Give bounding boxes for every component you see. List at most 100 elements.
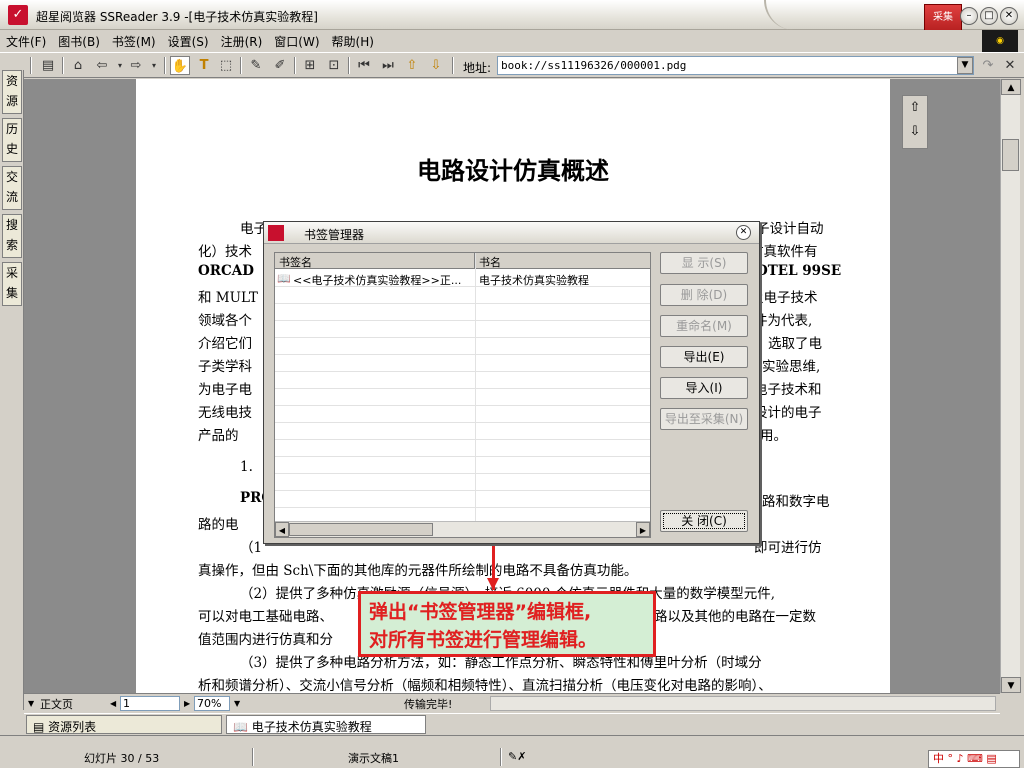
callout-line: 对所有书签进行管理编辑。 bbox=[369, 629, 598, 651]
back-icon[interactable]: ⇦ bbox=[92, 56, 112, 75]
page-view-icon[interactable]: ▤ bbox=[38, 56, 58, 75]
page-down-icon[interactable]: ⇩ bbox=[426, 56, 446, 75]
doc-line: 真操作，但由 Sch\下面的其他库的元器件所绘制的电路不具备仿真功能。 bbox=[198, 563, 638, 579]
minimize-icon[interactable]: – bbox=[960, 7, 978, 25]
zoom-in-icon[interactable]: ⊞ bbox=[300, 56, 320, 75]
page-up-icon[interactable]: ⇧ bbox=[402, 56, 422, 75]
doc-line: 为电子电 bbox=[198, 382, 252, 398]
document-horizontal-scrollbar[interactable] bbox=[490, 696, 996, 711]
table-row[interactable] bbox=[275, 474, 650, 491]
table-row[interactable] bbox=[275, 372, 650, 389]
title-bar: ✓ 超星阅览器 SSReader 3.9 -[电子技术仿真实验教程] 采集 – … bbox=[0, 0, 1024, 46]
import-button[interactable]: 导入(I) bbox=[660, 377, 748, 399]
vertical-scrollbar[interactable]: ▲ ▼ bbox=[1000, 79, 1021, 693]
hand-tool-icon[interactable]: ✋ bbox=[170, 56, 190, 75]
page-number-input[interactable]: 1 bbox=[120, 696, 180, 711]
toolbar-close-icon[interactable]: ✕ bbox=[1000, 56, 1020, 75]
export-button[interactable]: 导出(E) bbox=[660, 346, 748, 368]
scroll-left-icon[interactable]: ◀ bbox=[275, 522, 289, 537]
bookmark-list[interactable]: 书签名 书名 📖 <<电子技术仿真实验教程>>正... 电子技术仿真实验教程 ◀… bbox=[274, 252, 651, 538]
forward-icon[interactable]: ⇨ bbox=[126, 56, 146, 75]
address-label: 地址: bbox=[463, 61, 492, 75]
tab-history[interactable]: 历史 bbox=[2, 118, 22, 162]
doc-line: 选取了电 bbox=[768, 336, 822, 352]
menu-bookmark[interactable]: 书签(M) bbox=[106, 30, 162, 53]
table-row[interactable] bbox=[275, 321, 650, 338]
zoom-fit-icon[interactable]: ⊡ bbox=[324, 56, 344, 75]
zoom-input[interactable]: 70% bbox=[194, 696, 230, 711]
tab-exchange[interactable]: 交流 bbox=[2, 166, 22, 210]
delete-button[interactable]: 删 除(D) bbox=[660, 284, 748, 306]
tab-resource-list[interactable]: ▤ 资源列表 bbox=[26, 715, 222, 734]
show-button[interactable]: 显 示(S) bbox=[660, 252, 748, 274]
forward-dropdown-icon[interactable]: ▾ bbox=[144, 56, 164, 75]
toolbar-separator bbox=[452, 57, 454, 74]
table-row[interactable] bbox=[275, 304, 650, 321]
scroll-right-icon[interactable]: ▶ bbox=[636, 522, 650, 537]
doc-line: 介绍它们 bbox=[198, 336, 252, 352]
tab-search[interactable]: 搜索 bbox=[2, 214, 22, 258]
last-page-icon[interactable]: ⏭ bbox=[378, 56, 398, 75]
menu-window[interactable]: 窗口(W) bbox=[268, 30, 325, 53]
nav-up-icon[interactable]: ⇧ bbox=[903, 96, 927, 120]
rename-button[interactable]: 重命名(M) bbox=[660, 315, 748, 337]
bookmark-manager-dialog: 书签管理器 ✕ 书签名 书名 📖 <<电子技术仿真实验教程>>正... 电子技术… bbox=[263, 221, 760, 544]
table-row[interactable] bbox=[275, 338, 650, 355]
table-row[interactable] bbox=[275, 491, 650, 508]
tab-resources[interactable]: 资源 bbox=[2, 70, 22, 114]
dialog-close-icon[interactable]: ✕ bbox=[736, 225, 751, 240]
list-horizontal-scrollbar[interactable]: ◀ ▶ bbox=[275, 521, 650, 537]
highlighter-icon[interactable]: ✐ bbox=[270, 56, 290, 75]
address-dropdown-icon[interactable]: ▼ bbox=[957, 57, 973, 74]
view-mode[interactable]: 正文页 bbox=[40, 696, 73, 712]
dialog-title: 书签管理器 bbox=[304, 228, 365, 242]
table-row[interactable] bbox=[275, 355, 650, 372]
table-row[interactable] bbox=[275, 423, 650, 440]
table-row[interactable] bbox=[275, 440, 650, 457]
menu-book[interactable]: 图书(B) bbox=[52, 30, 106, 53]
table-row[interactable] bbox=[275, 457, 650, 474]
close-button[interactable]: 关 闭(C) bbox=[660, 510, 748, 532]
dialog-title-bar[interactable]: 书签管理器 ✕ bbox=[264, 222, 759, 244]
export-to-collect-button[interactable]: 导出至采集(N) bbox=[660, 408, 748, 430]
menu-file[interactable]: 文件(F) bbox=[0, 30, 52, 53]
menu-bar: 文件(F) 图书(B) 书签(M) 设置(S) 注册(R) 窗口(W) 帮助(H) ◉ bbox=[0, 30, 1024, 52]
app-logo-icon: ✓ bbox=[8, 5, 28, 25]
list-scroll-thumb[interactable] bbox=[289, 523, 433, 536]
first-page-icon[interactable]: ⏮ bbox=[354, 56, 374, 75]
list-icon: ▤ bbox=[33, 720, 49, 734]
table-row[interactable]: 📖 <<电子技术仿真实验教程>>正... 电子技术仿真实验教程 bbox=[275, 270, 650, 287]
restore-icon[interactable]: □ bbox=[980, 7, 998, 25]
table-row[interactable] bbox=[275, 406, 650, 423]
page-next-icon[interactable]: ▶ bbox=[184, 699, 190, 708]
table-row[interactable] bbox=[275, 287, 650, 304]
table-row[interactable] bbox=[275, 389, 650, 406]
go-icon[interactable]: ↷ bbox=[978, 56, 998, 75]
slide-counter: 幻灯片 30 / 53 bbox=[84, 752, 160, 765]
scroll-up-icon[interactable]: ▲ bbox=[1001, 79, 1021, 95]
spellcheck-icon[interactable]: ✎✗ bbox=[508, 750, 526, 763]
column-header-book[interactable]: 书名 bbox=[475, 253, 650, 269]
ime-indicator[interactable]: 中 ° ♪ ⌨ ▤ bbox=[928, 750, 1020, 768]
document-name: 演示文稿1 bbox=[348, 752, 399, 765]
nav-down-icon[interactable]: ⇩ bbox=[903, 120, 927, 144]
scroll-down-icon[interactable]: ▼ bbox=[1001, 677, 1021, 693]
page-prev-icon[interactable]: ◀ bbox=[110, 699, 116, 708]
menu-settings[interactable]: 设置(S) bbox=[162, 30, 215, 53]
dialog-logo-icon bbox=[268, 225, 284, 241]
scroll-thumb[interactable] bbox=[1002, 139, 1019, 171]
menu-register[interactable]: 注册(R) bbox=[215, 30, 269, 53]
text-tool-icon[interactable]: T bbox=[194, 56, 214, 75]
select-region-icon[interactable]: ⬚ bbox=[216, 56, 236, 75]
column-header-bookmark[interactable]: 书签名 bbox=[275, 253, 475, 269]
menu-help[interactable]: 帮助(H) bbox=[326, 30, 380, 53]
address-input[interactable]: book://ss11196326/000001.pdg bbox=[497, 56, 974, 75]
home-icon[interactable]: ⌂ bbox=[68, 56, 88, 75]
annotate-icon[interactable]: ✎ bbox=[246, 56, 266, 75]
view-mode-dropdown-icon[interactable]: ▼ bbox=[28, 699, 34, 708]
callout-arrowhead bbox=[487, 578, 499, 590]
zoom-dropdown-icon[interactable]: ▼ bbox=[234, 699, 240, 708]
tab-book[interactable]: 📖 电子技术仿真实验教程 bbox=[226, 715, 426, 734]
tab-collect[interactable]: 采集 bbox=[2, 262, 22, 306]
close-icon[interactable]: ✕ bbox=[1000, 7, 1018, 25]
